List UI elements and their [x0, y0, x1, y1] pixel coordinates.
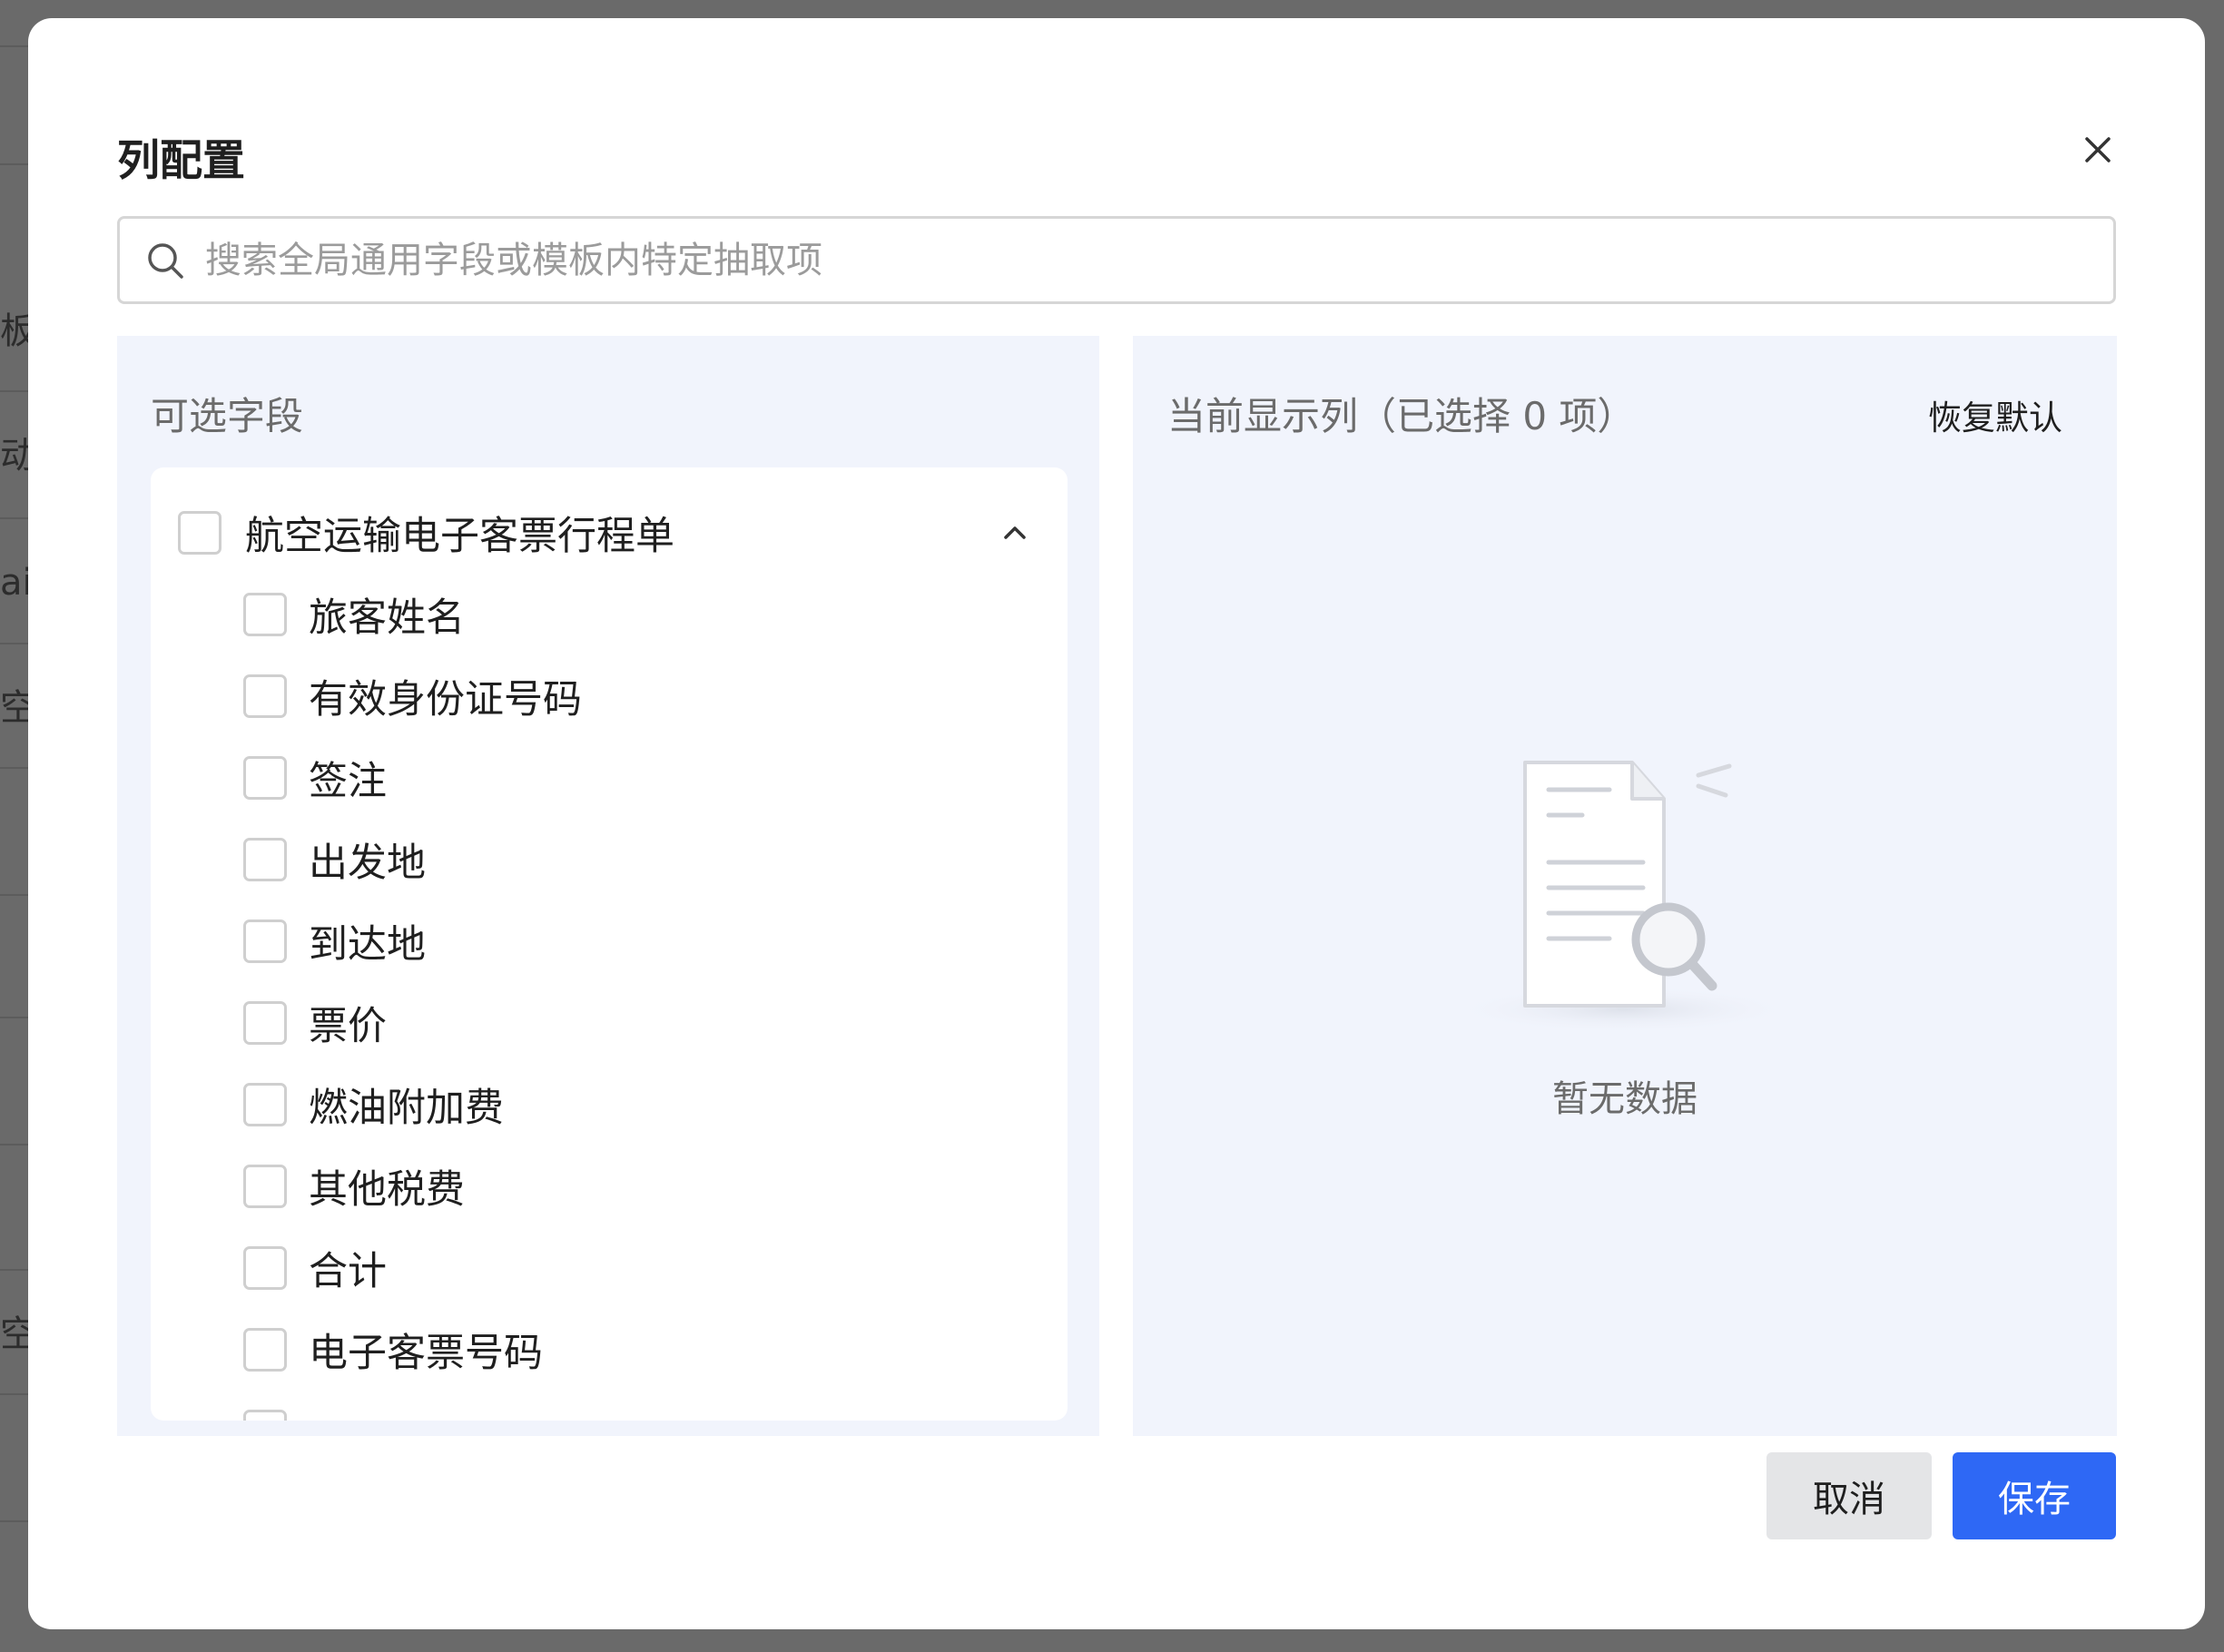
field-label: 燃油附加费	[309, 1086, 504, 1131]
field-item[interactable]: 电子客票号码	[243, 1324, 543, 1376]
field-checkbox[interactable]	[243, 838, 287, 881]
empty-document-search-icon	[1451, 761, 1796, 1033]
field-item[interactable]: 合计	[243, 1243, 387, 1294]
search-box[interactable]	[117, 216, 2116, 304]
group-checkbox[interactable]	[178, 511, 221, 555]
field-checkbox[interactable]	[243, 1328, 287, 1372]
dialog-title: 列配置	[117, 136, 245, 186]
selected-columns-panel: 当前显示列（已选择 0 项） 恢复默认 暂无数据	[1133, 336, 2117, 1436]
restore-default-button[interactable]: 恢复默认	[1928, 398, 2062, 439]
field-label: 出发地	[309, 841, 426, 886]
field-item[interactable]: 燃油附加费	[243, 1079, 504, 1131]
field-checkbox[interactable]	[243, 1165, 287, 1208]
field-label: 旅客姓名	[309, 595, 465, 641]
field-item[interactable]: 有效身份证号码	[243, 671, 582, 723]
field-item[interactable]: 出发地	[243, 834, 426, 886]
field-checkbox[interactable]	[243, 674, 287, 718]
selected-columns-title: 当前显示列（已选择 0 项）	[1167, 394, 1636, 438]
field-checkbox[interactable]	[243, 1001, 287, 1045]
field-checkbox[interactable]	[243, 756, 287, 800]
field-checkbox[interactable]	[243, 1246, 287, 1290]
field-label: 签注	[309, 759, 387, 804]
search-input[interactable]	[205, 219, 2113, 301]
available-fields-panel: 可选字段 航空运输电子客票行程单 旅客姓名 有效身份证号码 签注 出发地 到达地…	[117, 336, 1099, 1436]
cancel-button[interactable]: 取消	[1766, 1452, 1932, 1539]
field-checkbox[interactable]	[243, 1083, 287, 1126]
close-icon	[2085, 137, 2111, 162]
available-fields-title: 可选字段	[151, 394, 304, 438]
field-item[interactable]: 其他税费	[243, 1161, 465, 1213]
group-label: 航空运输电子客票行程单	[245, 514, 674, 559]
field-label: 电子客票号码	[309, 1331, 543, 1376]
field-label: 到达地	[309, 922, 426, 968]
field-list[interactable]: 航空运输电子客票行程单 旅客姓名 有效身份证号码 签注 出发地 到达地 票价 燃…	[151, 467, 1068, 1421]
field-checkbox[interactable]	[243, 919, 287, 963]
field-item[interactable]: 签注	[243, 752, 387, 804]
field-label: 合计	[309, 1249, 387, 1294]
field-group-row[interactable]: 航空运输电子客票行程单	[151, 507, 1068, 559]
chevron-up-icon[interactable]	[999, 516, 1031, 549]
field-item[interactable]: 旅客姓名	[243, 589, 465, 641]
search-icon	[148, 242, 183, 279]
field-checkbox[interactable]	[243, 1410, 287, 1421]
empty-state-text: 暂无数据	[1552, 1078, 1698, 1120]
field-label: 票价	[309, 1004, 387, 1049]
column-config-dialog: 列配置 可选字段 航空运输电子客票行程单 旅客姓名	[28, 18, 2205, 1629]
field-label: 其他税费	[309, 1167, 465, 1213]
field-checkbox[interactable]	[243, 593, 287, 636]
field-item[interactable]: 到达地	[243, 916, 426, 968]
close-button[interactable]	[2071, 123, 2125, 177]
field-item-partial[interactable]	[243, 1406, 287, 1421]
field-label: 有效身份证号码	[309, 677, 582, 723]
field-item[interactable]: 票价	[243, 998, 387, 1049]
save-button[interactable]: 保存	[1953, 1452, 2116, 1539]
